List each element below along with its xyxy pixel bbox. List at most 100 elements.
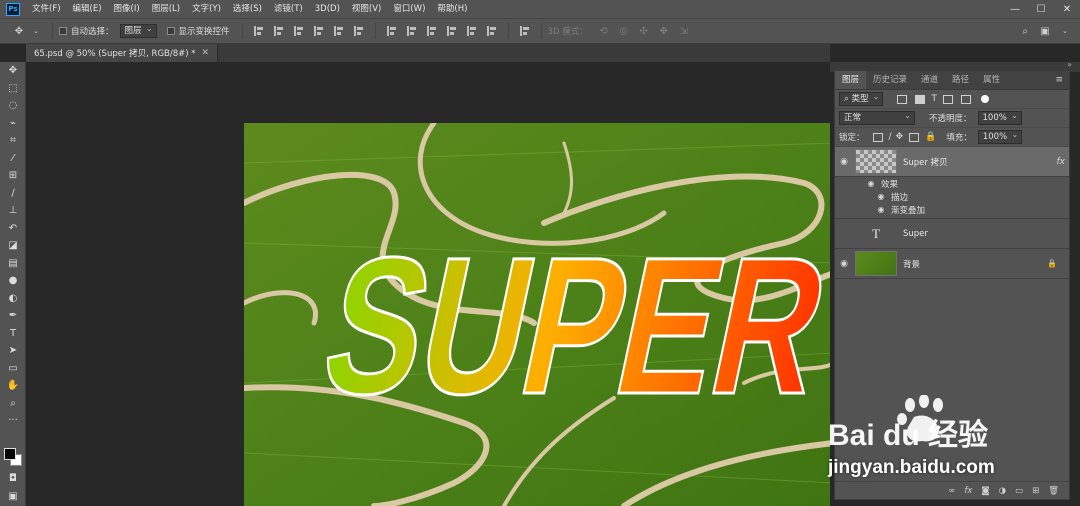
distribute-hcenter-icon[interactable] [466,26,477,36]
align-top-icon[interactable] [253,26,264,36]
filter-smart-object-icon[interactable] [960,94,971,104]
eraser-tool-icon[interactable]: ◪ [0,237,26,255]
auto-select-dropdown[interactable]: 图层 [119,23,157,38]
3d-rotate-icon[interactable]: ⟲ [597,24,611,38]
filter-adjustment-icon[interactable] [915,94,926,104]
align-right-icon[interactable] [353,26,364,36]
distribute-right-icon[interactable] [486,26,497,36]
move-tool-icon[interactable]: ✥ [12,24,26,38]
new-layer-icon[interactable]: ⊞ [1032,486,1039,496]
dodge-tool-icon[interactable]: ◐ [0,290,26,308]
eye-icon[interactable]: ◉ [875,192,887,201]
gradient-tool-icon[interactable]: ▤ [0,255,26,273]
layer-row-super-copy[interactable]: ◉ Super 拷贝 fx [835,147,1069,177]
filter-shape-icon[interactable] [942,94,953,104]
super-text[interactable]: SUPER [306,214,830,436]
maximize-button[interactable]: ☐ [1028,0,1054,18]
layer-row-background[interactable]: ◉ 背景 🔒 [835,249,1069,279]
3d-roll-icon[interactable]: ◎ [617,24,631,38]
pen-tool-icon[interactable]: ✒ [0,307,26,325]
menu-help[interactable]: 帮助(H) [431,0,473,18]
type-tool-icon[interactable]: T [0,325,26,343]
align-hcenter-icon[interactable] [333,26,344,36]
effects-row[interactable]: ◉ 效果 [865,177,1069,190]
effect-gradient-overlay-row[interactable]: ◉ 渐变叠加 [865,203,1069,216]
new-group-icon[interactable]: ▭ [1015,486,1023,496]
workspace-icon[interactable]: ▣ [1038,24,1052,38]
canvas-area[interactable]: SUPER [26,62,830,506]
layer-row-super[interactable]: ◉ T Super [835,219,1069,249]
delete-layer-icon[interactable]: 🗑 [1048,486,1059,496]
distribute-left-icon[interactable] [446,26,457,36]
lock-artboard-icon[interactable] [909,132,920,142]
eye-icon[interactable]: ◉ [875,205,887,214]
move-tool-icon[interactable]: ✥ [0,62,26,80]
menu-file[interactable]: 文件(F) [26,0,67,18]
marquee-tool-icon[interactable]: ⬚ [0,80,26,98]
layer-filter-dropdown[interactable]: ⌕ 类型 [839,91,884,106]
adjustment-layer-icon[interactable]: ◑ [999,486,1006,496]
add-style-icon[interactable]: fx [964,486,972,496]
menu-layer[interactable]: 图层(L) [146,0,186,18]
collapse-icon[interactable]: » [1067,60,1072,69]
align-left-icon[interactable] [313,26,324,36]
more-tools-icon[interactable]: ··· [0,412,26,430]
menu-window[interactable]: 窗口(W) [387,0,431,18]
menu-view[interactable]: 视图(V) [346,0,387,18]
lock-position-icon[interactable]: ✥ [896,132,904,142]
healing-brush-tool-icon[interactable]: ⊞ [0,167,26,185]
tab-channels[interactable]: 通道 [914,71,945,89]
link-layers-icon[interactable]: ∞ [948,486,955,496]
align-vcenter-icon[interactable] [273,26,284,36]
quick-select-tool-icon[interactable]: ⌁ [0,115,26,133]
auto-select-checkbox[interactable] [59,27,67,35]
eye-icon[interactable]: ◉ [865,179,877,188]
panel-menu-icon[interactable]: ≡ [1055,75,1063,85]
tab-layers[interactable]: 图层 [835,71,867,89]
menu-select[interactable]: 选择(S) [227,0,268,18]
filter-type-icon[interactable]: T [931,94,937,104]
quick-mask-icon[interactable]: ◘ [0,470,26,488]
tab-paths[interactable]: 路径 [945,71,976,89]
document-tab[interactable]: 65.psd @ 50% (Super 拷贝, RGB/8#) * ✕ [26,44,219,62]
distribute-bottom-icon[interactable] [426,26,437,36]
document-canvas[interactable]: SUPER [244,123,830,506]
crop-tool-icon[interactable]: ⌗ [0,132,26,150]
tab-properties[interactable]: 属性 [976,71,1007,89]
hand-tool-icon[interactable]: ✋ [0,377,26,395]
eye-icon[interactable]: ◉ [835,157,853,167]
close-icon[interactable]: ✕ [202,48,210,58]
close-button[interactable]: ✕ [1054,0,1080,18]
distribute-vcenter-icon[interactable] [406,26,417,36]
add-mask-icon[interactable]: ◙ [981,486,989,496]
menu-edit[interactable]: 编辑(E) [67,0,108,18]
effect-stroke-row[interactable]: ◉ 描边 [865,190,1069,203]
zoom-tool-icon[interactable]: ⌕ [0,395,26,413]
clone-stamp-tool-icon[interactable]: ⊥ [0,202,26,220]
menu-type[interactable]: 文字(Y) [186,0,227,18]
3d-scale-icon[interactable]: ⇲ [677,24,691,38]
minimize-button[interactable]: — [1002,0,1028,18]
3d-pan-icon[interactable]: ✣ [637,24,651,38]
menu-filter[interactable]: 滤镜(T) [268,0,309,18]
filter-pixel-icon[interactable] [897,94,908,104]
search-icon[interactable]: ⌕ [1018,24,1032,38]
screen-mode-icon[interactable]: ▣ [0,488,26,506]
blend-mode-dropdown[interactable]: 正常 [839,110,915,125]
chevron-down-icon[interactable]: ⌄ [29,24,43,38]
fx-icon[interactable]: fx [1057,157,1066,167]
brush-tool-icon[interactable]: ∕ [0,185,26,203]
opacity-field[interactable]: 100% [977,110,1022,125]
color-swatches[interactable] [4,448,24,468]
fill-field[interactable]: 100% [977,129,1023,144]
3d-slide-icon[interactable]: ✥ [657,24,671,38]
tab-history[interactable]: 历史记录 [866,71,914,89]
auto-align-icon[interactable] [519,26,530,36]
distribute-top-icon[interactable] [386,26,397,36]
history-brush-tool-icon[interactable]: ↶ [0,220,26,238]
menu-3d[interactable]: 3D(D) [309,0,346,18]
foreground-color-swatch[interactable] [4,448,16,460]
eye-hidden-icon[interactable]: ◉ [835,229,853,239]
menu-image[interactable]: 图像(I) [108,0,146,18]
show-transform-checkbox[interactable] [166,27,175,35]
